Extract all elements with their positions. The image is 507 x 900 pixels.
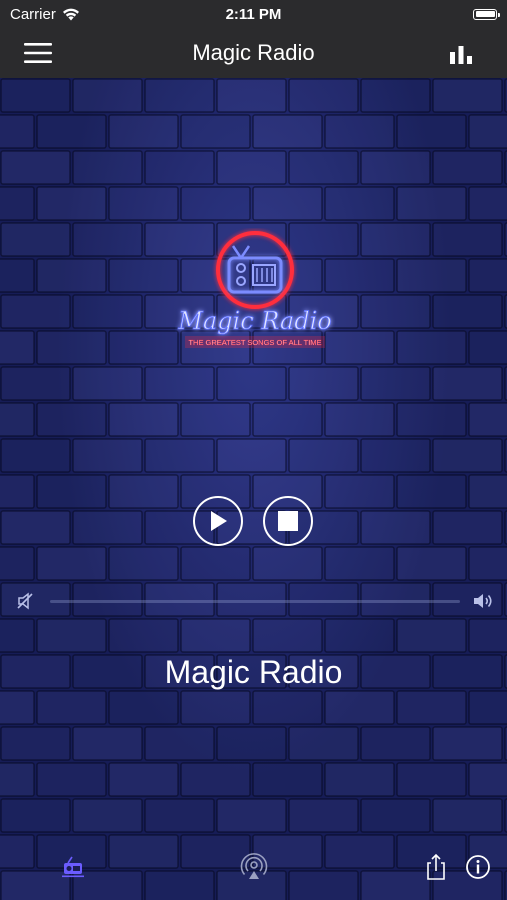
- play-icon: [211, 511, 227, 531]
- volume-up-icon: [474, 594, 492, 608]
- player-background: Magic Radio THE GREATEST SONGS OF ALL TI…: [0, 78, 507, 900]
- play-button[interactable]: [193, 496, 243, 546]
- wifi-icon: [62, 8, 79, 20]
- equalizer-bars-icon[interactable]: [447, 42, 475, 66]
- stop-icon: [278, 511, 298, 531]
- info-icon[interactable]: [463, 852, 493, 882]
- carrier-label: Carrier: [10, 5, 56, 23]
- station-name: Magic Radio: [164, 654, 343, 690]
- radio-icon[interactable]: [58, 852, 88, 882]
- hamburger-menu-icon[interactable]: [22, 40, 54, 66]
- volume-mute-icon: [17, 592, 33, 610]
- page-title: Magic Radio: [192, 40, 315, 65]
- stop-button[interactable]: [263, 496, 313, 546]
- status-bar: Carrier 2:11 PM: [0, 0, 507, 28]
- nav-bar: Magic Radio: [0, 28, 507, 78]
- battery-icon: [473, 8, 500, 20]
- bottom-toolbar: [0, 844, 507, 900]
- airplay-icon[interactable]: [239, 852, 269, 882]
- volume-slider[interactable]: [50, 600, 460, 603]
- logo-tagline: THE GREATEST SONGS OF ALL TIME: [188, 338, 321, 347]
- logo-title: Magic Radio: [177, 307, 331, 335]
- volume-control: [16, 590, 494, 612]
- brick-wall-texture: [0, 78, 507, 900]
- share-icon[interactable]: [421, 852, 451, 882]
- magic-radio-logo: Magic Radio THE GREATEST SONGS OF ALL TI…: [177, 231, 332, 348]
- carrier-group: Carrier: [10, 6, 80, 23]
